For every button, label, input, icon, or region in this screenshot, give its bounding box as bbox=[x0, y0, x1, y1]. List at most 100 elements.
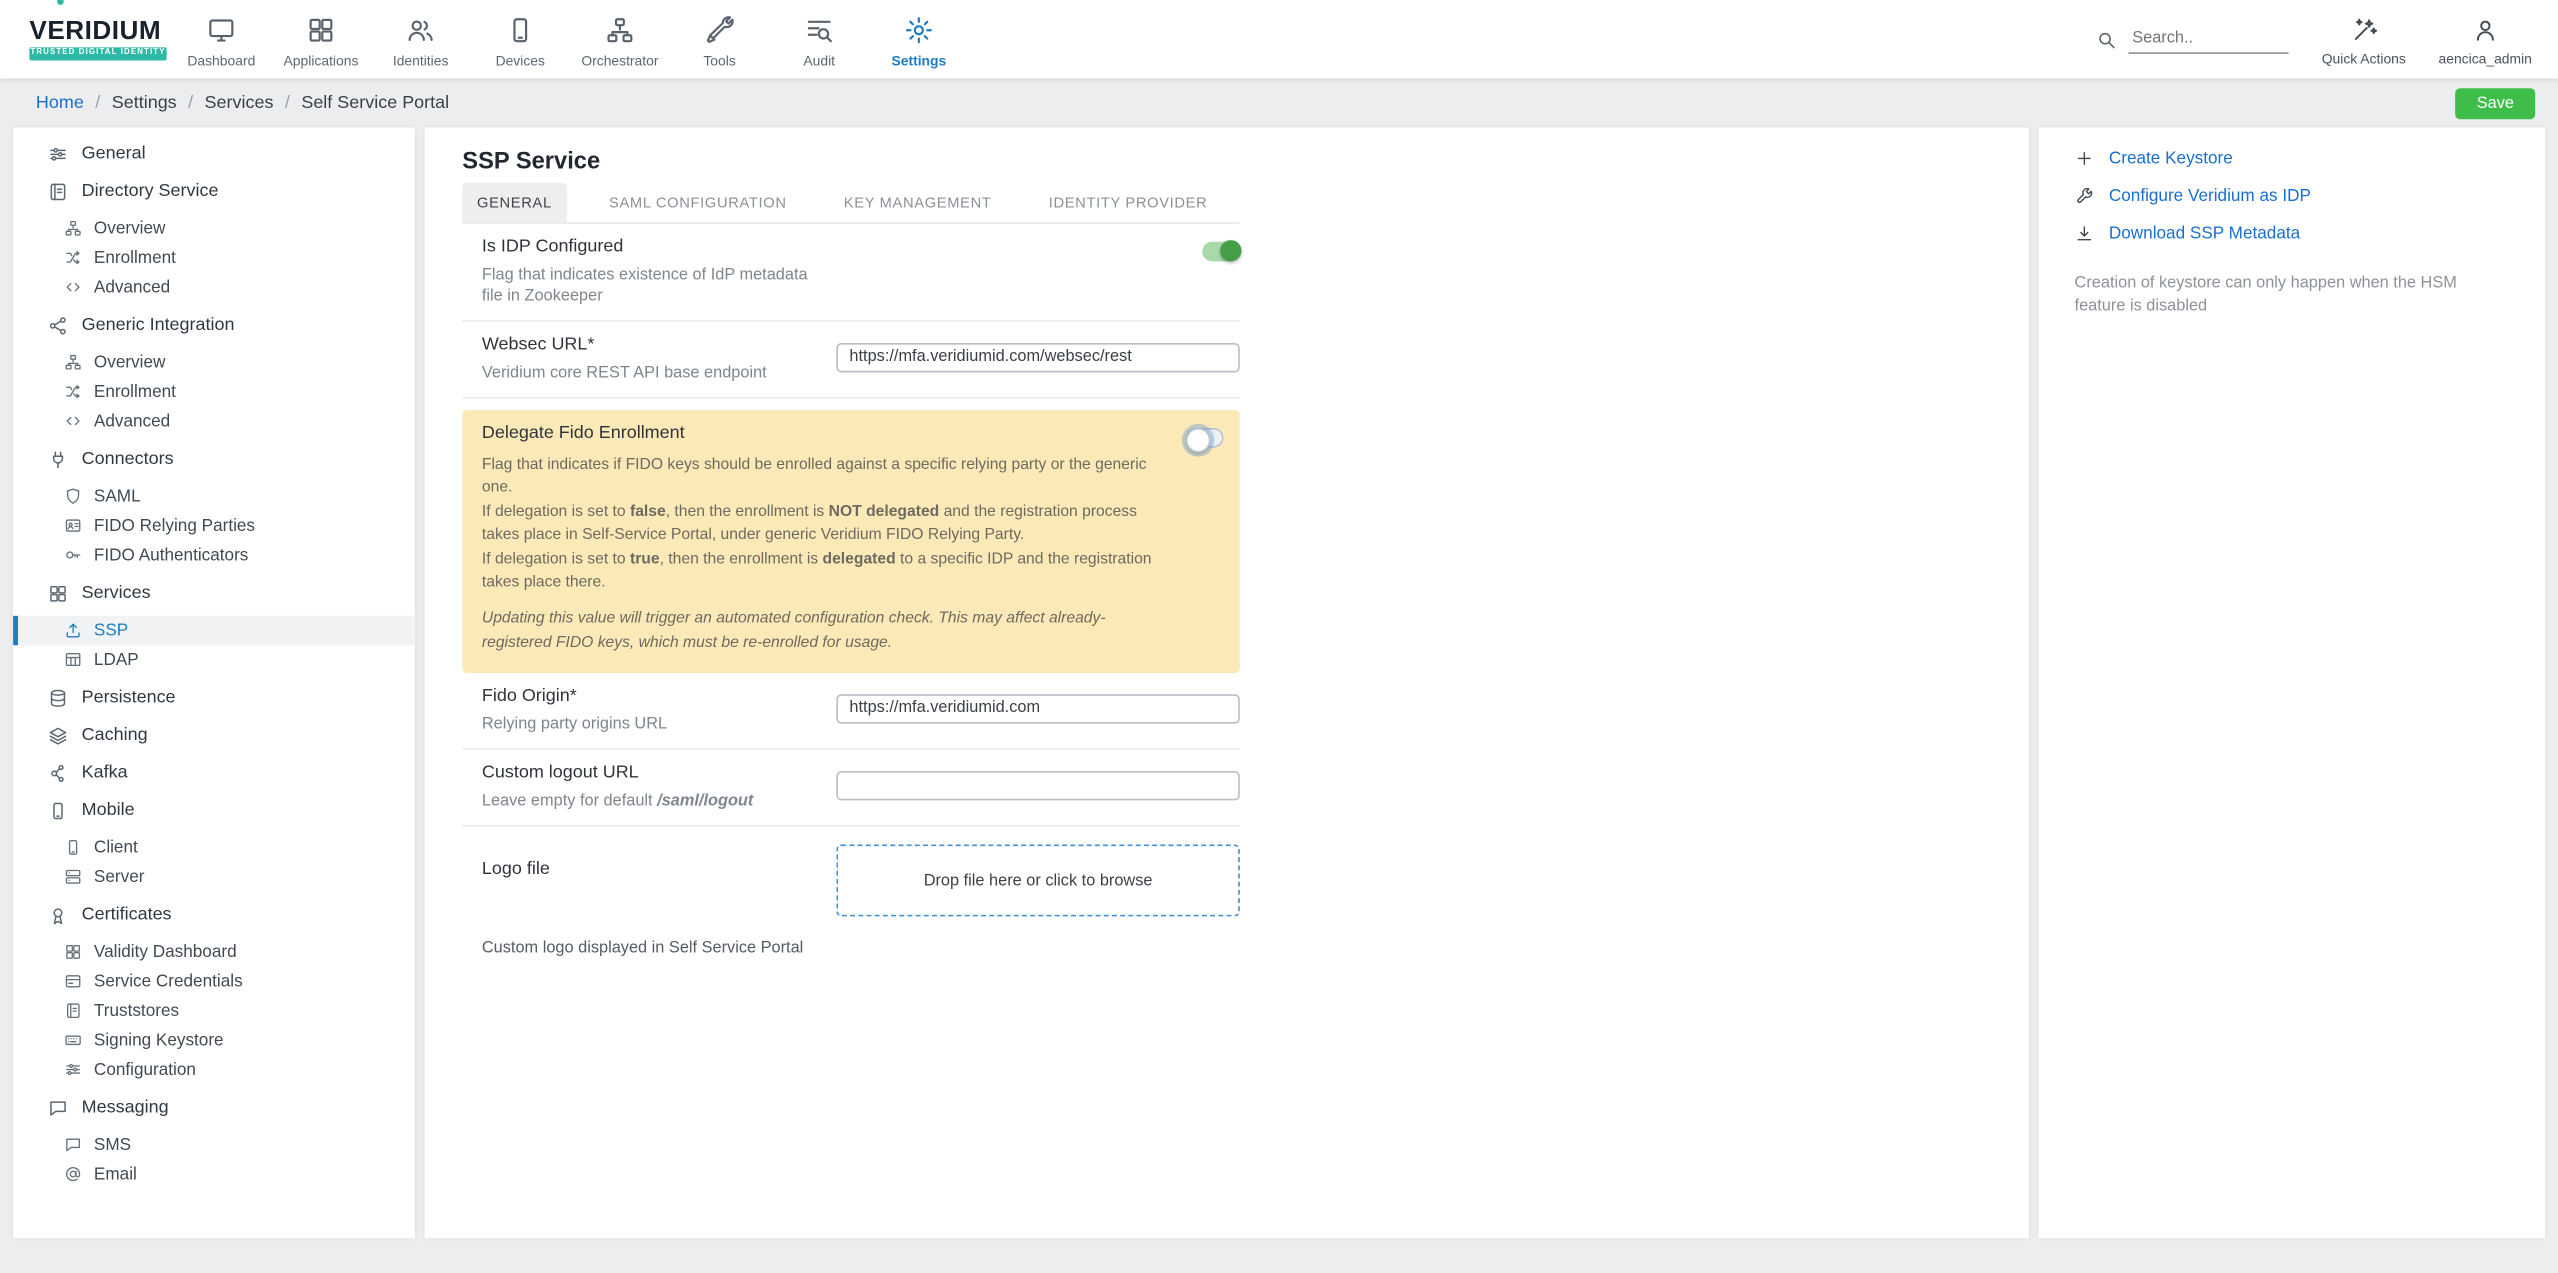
sidebar-item-saml[interactable]: SAML bbox=[13, 482, 415, 511]
sidebar-item-fido-relying-parties[interactable]: FIDO Relying Parties bbox=[13, 511, 415, 540]
breadcrumb-item-settings[interactable]: Settings bbox=[112, 93, 177, 113]
sidebar-item-generic-integration[interactable]: Generic Integration bbox=[13, 310, 415, 339]
nav-item-dashboard[interactable]: Dashboard bbox=[172, 11, 272, 68]
kafka-icon bbox=[47, 762, 68, 783]
sidebar-item-server[interactable]: Server bbox=[13, 862, 415, 891]
breadcrumb-item-home[interactable]: Home bbox=[36, 93, 84, 113]
sidebar-item-general[interactable]: General bbox=[13, 139, 415, 168]
sidebar-item-enrollment[interactable]: Enrollment bbox=[13, 243, 415, 272]
quick-actions-button[interactable]: Quick Actions bbox=[2322, 12, 2406, 66]
sidebar-item-label: Mobile bbox=[82, 800, 135, 820]
nav-item-tools[interactable]: Tools bbox=[670, 11, 770, 68]
sidebar-item-ssp[interactable]: SSP bbox=[13, 616, 415, 645]
magic-wand-icon bbox=[2350, 16, 2378, 44]
page-layout: GeneralDirectory ServiceOverviewEnrollme… bbox=[0, 127, 2558, 1273]
sidebar-item-overview[interactable]: Overview bbox=[13, 214, 415, 243]
tab-key-management[interactable]: KEY MANAGEMENT bbox=[829, 183, 1006, 222]
sidebar-item-sms[interactable]: SMS bbox=[13, 1130, 415, 1159]
nav-item-applications[interactable]: Applications bbox=[271, 11, 371, 68]
sidebar-item-connectors[interactable]: Connectors bbox=[13, 444, 415, 473]
wrench-icon bbox=[2075, 186, 2095, 206]
keystore-note: Creation of keystore can only happen whe… bbox=[2075, 273, 2500, 317]
breadcrumb: Home/Settings/Services/Self Service Port… bbox=[36, 93, 449, 113]
nav-item-orchestrator[interactable]: Orchestrator bbox=[570, 11, 670, 68]
main-content: SSP Service GENERALSAML CONFIGURATIONKEY… bbox=[425, 127, 2029, 1238]
save-button[interactable]: Save bbox=[2455, 87, 2535, 118]
create-keystore-link[interactable]: Create Keystore bbox=[2075, 149, 2510, 169]
breadcrumb-item-services[interactable]: Services bbox=[205, 93, 274, 113]
sidebar-item-label: Generic Integration bbox=[82, 315, 235, 335]
sidebar-item-enrollment[interactable]: Enrollment bbox=[13, 377, 415, 406]
breadcrumb-bar: Home/Settings/Services/Self Service Port… bbox=[0, 78, 2558, 127]
user-menu[interactable]: aencica_admin bbox=[2439, 12, 2532, 66]
configure-veridium-as-idp-link[interactable]: Configure Veridium as IDP bbox=[2075, 186, 2510, 206]
sidebar-item-label: Connectors bbox=[82, 449, 174, 469]
sidebar-item-directory-service[interactable]: Directory Service bbox=[13, 176, 415, 205]
sidebar-item-label: Signing Keystore bbox=[94, 1031, 224, 1051]
tab-general[interactable]: GENERAL bbox=[462, 183, 566, 222]
custom-logout-url-input[interactable] bbox=[836, 771, 1239, 800]
breadcrumb-separator: / bbox=[95, 93, 100, 113]
sidebar-item-label: FIDO Authenticators bbox=[94, 546, 248, 566]
mobile-icon bbox=[47, 800, 68, 821]
sidebar-item-validity-dashboard[interactable]: Validity Dashboard bbox=[13, 938, 415, 967]
dashboard-icon bbox=[206, 14, 237, 45]
brand-logo[interactable]: VERIDIUM TRUSTED DIGITAL IDENTITY bbox=[29, 19, 166, 60]
sidebar-item-mobile[interactable]: Mobile bbox=[13, 796, 415, 825]
nav-item-label: Dashboard bbox=[187, 51, 255, 67]
certificates-icon bbox=[47, 904, 68, 925]
fido-origin-input[interactable] bbox=[836, 694, 1239, 723]
sidebar-item-caching[interactable]: Caching bbox=[13, 720, 415, 749]
brand-tagline: TRUSTED DIGITAL IDENTITY bbox=[29, 47, 166, 60]
tab-identity-provider[interactable]: IDENTITY PROVIDER bbox=[1034, 183, 1222, 222]
saml-icon bbox=[64, 487, 83, 506]
nav-item-audit[interactable]: Audit bbox=[769, 11, 869, 68]
sidebar-item-kafka[interactable]: Kafka bbox=[13, 758, 415, 787]
websec-url-input[interactable] bbox=[836, 342, 1239, 371]
sidebar-item-fido-authenticators[interactable]: FIDO Authenticators bbox=[13, 541, 415, 570]
sidebar-item-configuration[interactable]: Configuration bbox=[13, 1055, 415, 1084]
fido-origin-description: Relying party origins URL bbox=[482, 714, 817, 735]
sidebar-item-messaging[interactable]: Messaging bbox=[13, 1093, 415, 1122]
sidebar-item-truststores[interactable]: Truststores bbox=[13, 996, 415, 1025]
sidebar-item-advanced[interactable]: Advanced bbox=[13, 407, 415, 436]
is-idp-configured-toggle[interactable] bbox=[1202, 242, 1240, 262]
sidebar-item-advanced[interactable]: Advanced bbox=[13, 273, 415, 302]
generic-integration-icon bbox=[47, 314, 68, 335]
overview-icon bbox=[64, 353, 83, 372]
sidebar-item-label: Services bbox=[82, 583, 151, 603]
sidebar-item-overview[interactable]: Overview bbox=[13, 348, 415, 377]
main-nav: Dashboard ApplicationsIdentitiesDevices Or… bbox=[172, 11, 969, 68]
sidebar-item-label: LDAP bbox=[94, 650, 139, 670]
sidebar-item-ldap[interactable]: LDAP bbox=[13, 645, 415, 674]
sidebar-item-persistence[interactable]: Persistence bbox=[13, 683, 415, 712]
field-row-custom-logout-url: Custom logout URL Leave empty for defaul… bbox=[462, 750, 1240, 827]
sidebar-item-label: Messaging bbox=[82, 1098, 169, 1118]
nav-item-devices[interactable]: Devices bbox=[470, 11, 570, 68]
sidebar-item-email[interactable]: Email bbox=[13, 1160, 415, 1189]
logo-dropzone[interactable]: Drop file here or click to browse bbox=[836, 845, 1239, 917]
sidebar-item-label: Email bbox=[94, 1165, 137, 1185]
sidebar-item-label: Persistence bbox=[82, 688, 176, 708]
delegate-fido-toggle[interactable] bbox=[1186, 428, 1224, 448]
download-ssp-metadata-link[interactable]: Download SSP Metadata bbox=[2075, 224, 2510, 244]
sidebar-item-service-credentials[interactable]: Service Credentials bbox=[13, 967, 415, 996]
top-bar: VERIDIUM TRUSTED DIGITAL IDENTITY Dashbo… bbox=[0, 0, 2558, 78]
field-row-fido-origin: Fido Origin* Relying party origins URL bbox=[462, 673, 1240, 750]
search-input[interactable] bbox=[2129, 25, 2289, 53]
sidebar-item-services[interactable]: Services bbox=[13, 578, 415, 607]
panel-action-label: Create Keystore bbox=[2109, 149, 2233, 169]
app-root: VERIDIUM TRUSTED DIGITAL IDENTITY Dashbo… bbox=[0, 0, 2558, 1273]
field-row-is-idp-configured: Is IDP Configured Flag that indicates ex… bbox=[462, 224, 1240, 322]
nav-item-identities[interactable]: Identities bbox=[371, 11, 471, 68]
tab-saml-configuration[interactable]: SAML CONFIGURATION bbox=[594, 183, 801, 222]
nav-item-settings[interactable]: Settings bbox=[869, 11, 969, 68]
nav-item-label: Orchestrator bbox=[581, 51, 658, 67]
sidebar-item-signing-keystore[interactable]: Signing Keystore bbox=[13, 1026, 415, 1055]
tab-bar: GENERAL SAML CONFIGURATION KEY MANAGEMENT I… bbox=[462, 183, 1240, 224]
topbar-right: Quick Actions aencica_admin bbox=[2096, 12, 2532, 66]
sidebar-item-client[interactable]: Client bbox=[13, 833, 415, 862]
sidebar-item-certificates[interactable]: Certificates bbox=[13, 900, 415, 929]
sidebar-item-label: SAML bbox=[94, 487, 141, 507]
devices-icon bbox=[505, 14, 536, 45]
